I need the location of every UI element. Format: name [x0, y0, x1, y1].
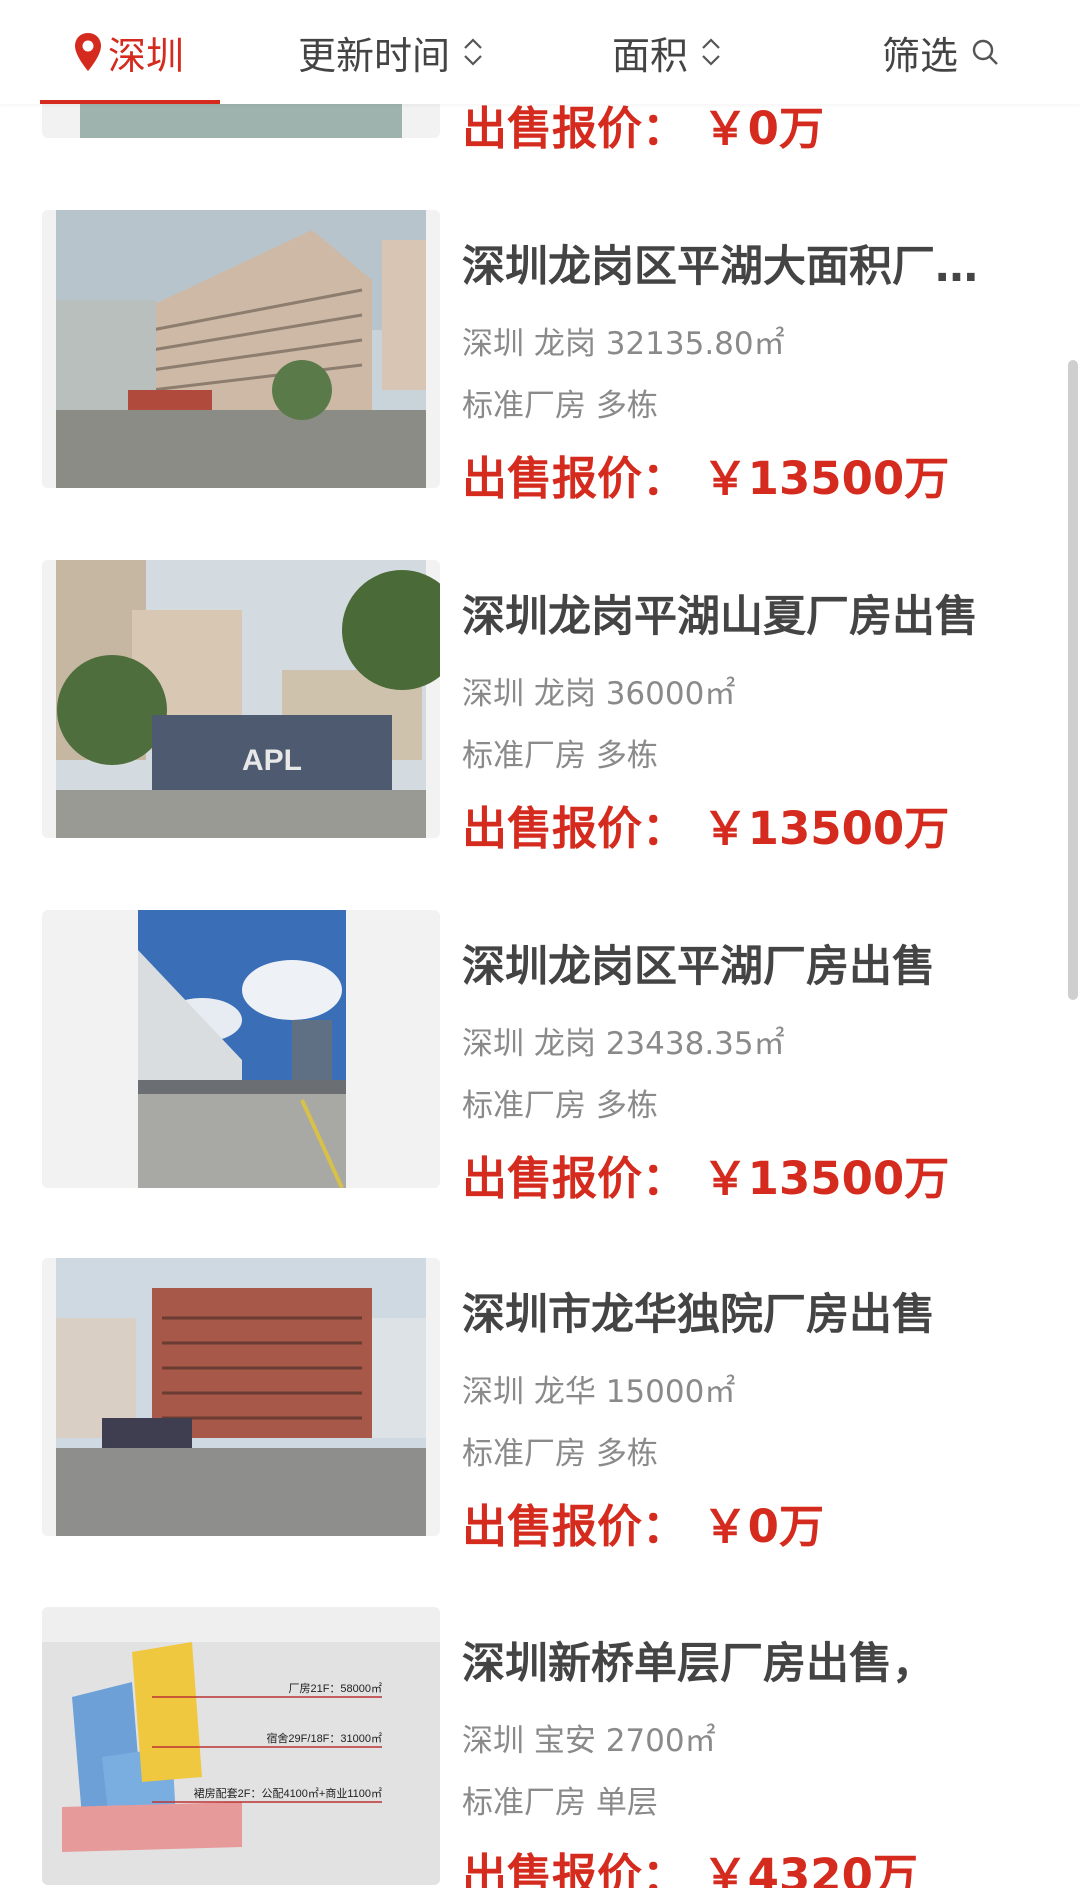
container-label: APL: [242, 744, 302, 777]
city-selector[interactable]: 深圳: [72, 0, 184, 104]
search-icon: [972, 39, 998, 65]
listing-card[interactable]: 厂房21F：58000㎡ 宿舍29F/18F：31000㎡ 裙房配套2F：公配4…: [0, 1607, 1080, 1888]
listing-photo[interactable]: 厂房21F：58000㎡ 宿舍29F/18F：31000㎡ 裙房配套2F：公配4…: [42, 1607, 440, 1885]
listing-card[interactable]: 深圳龙岗区平湖大面积厂房出售 深圳 龙岗 32135.80㎡ 标准厂房 多栋 出…: [0, 210, 1080, 505]
filter-label: 筛选: [882, 33, 959, 78]
sort-by-update-time[interactable]: 更新时间: [298, 0, 484, 104]
listing-price: 出售报价： ￥4320万: [462, 1849, 918, 1888]
listing-tags: 标准厂房 多栋: [462, 738, 658, 774]
floor-plan-label: 裙房配套2F：公配4100㎡+商业1100㎡: [194, 1786, 382, 1800]
listing-title[interactable]: 深圳龙岗平湖山夏厂房出售: [462, 582, 1002, 644]
location-pin-icon: [75, 33, 101, 71]
listing-photo[interactable]: [42, 910, 440, 1188]
active-tab-indicator: [40, 100, 220, 104]
sort-arrows-icon: [464, 38, 482, 66]
filter-button[interactable]: 筛选: [882, 0, 1000, 104]
floor-plan-label: 宿舍29F/18F：31000㎡: [266, 1731, 382, 1745]
listing-card[interactable]: APL 深圳龙岗平湖山夏厂房出售 深圳 龙岗 36000㎡ 标准厂房 多栋 出售…: [0, 560, 1080, 855]
listing-photo[interactable]: APL: [42, 560, 440, 838]
listing-tags: 标准厂房 多栋: [462, 388, 658, 424]
listing-title[interactable]: 深圳新桥单层厂房出售，: [462, 1629, 1002, 1691]
listing-card[interactable]: 深圳龙岗区平湖厂房出售 深圳 龙岗 23438.35㎡ 标准厂房 多栋 出售报价…: [0, 910, 1080, 1205]
listing-card[interactable]: 深圳市龙华独院厂房出售 深圳 龙华 15000㎡ 标准厂房 多栋 出售报价： ￥…: [0, 1258, 1080, 1553]
listing-title[interactable]: 深圳龙岗区平湖厂房出售: [462, 932, 1002, 994]
listing-tags: 标准厂房 单层: [462, 1785, 658, 1821]
sort-time-label: 更新时间: [298, 33, 451, 78]
listing-photo[interactable]: [42, 1258, 440, 1536]
listing-photo[interactable]: [42, 210, 440, 488]
scrollbar[interactable]: [1068, 360, 1078, 1000]
listing-price: 出售报价： ￥13500万: [462, 802, 950, 855]
listing-price: 出售报价： ￥0万: [462, 1500, 824, 1553]
listing-title[interactable]: 深圳市龙华独院厂房出售: [462, 1280, 1002, 1342]
listing-location-area: 深圳 龙岗 23438.35㎡: [462, 1026, 785, 1062]
listing-location-area: 深圳 龙岗 32135.80㎡: [462, 326, 785, 362]
listing-price: 出售报价： ￥13500万: [462, 1152, 950, 1205]
sort-by-area[interactable]: 面积: [612, 0, 722, 104]
listing-tags: 标准厂房 多栋: [462, 1436, 658, 1472]
listing-price: 出售报价： ￥13500万: [462, 452, 950, 505]
listing-location-area: 深圳 龙岗 36000㎡: [462, 676, 736, 712]
floor-plan-label: 厂房21F：58000㎡: [288, 1682, 382, 1695]
sort-area-label: 面积: [612, 33, 689, 78]
listing-title[interactable]: 深圳龙岗区平湖大面积厂房出售: [462, 232, 1002, 294]
listing-tags: 标准厂房 多栋: [462, 1088, 658, 1124]
sort-arrows-icon: [702, 38, 720, 66]
filter-bar: 深圳 更新时间 面积 筛选: [0, 0, 1080, 104]
listing-location-area: 深圳 宝安 2700㎡: [462, 1723, 716, 1759]
city-label: 深圳: [108, 33, 185, 78]
listing-location-area: 深圳 龙华 15000㎡: [462, 1374, 736, 1410]
listing-page: 深圳 更新时间 面积 筛选 出售报价： ￥0万 深圳龙岗区平湖大面积厂房 深圳 …: [0, 0, 1080, 1888]
